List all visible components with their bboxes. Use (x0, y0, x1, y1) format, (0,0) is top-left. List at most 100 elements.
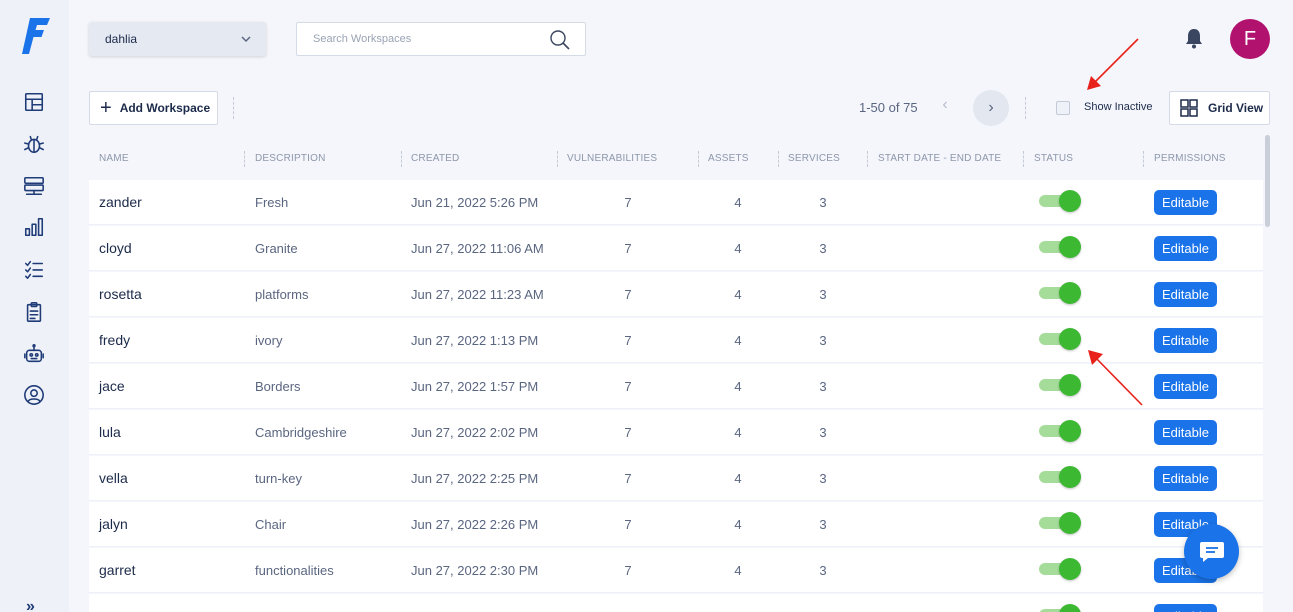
column-header-services[interactable]: SERVICES (788, 153, 840, 164)
workspace-description: turn-key (255, 471, 302, 486)
workspace-services: 3 (819, 471, 827, 486)
chat-button[interactable] (1184, 524, 1239, 579)
workspace-selected-value: dahlia (105, 32, 138, 46)
previous-page-button[interactable]: ‹ (936, 96, 954, 118)
logo[interactable] (22, 16, 52, 56)
column-header-description[interactable]: DESCRIPTION (255, 153, 326, 164)
workspace-name[interactable]: rosetta (99, 286, 142, 302)
status-toggle[interactable] (1039, 236, 1081, 258)
permission-button[interactable]: Editable (1154, 190, 1217, 215)
search-input[interactable] (313, 33, 543, 45)
column-header-assets[interactable]: ASSETS (708, 153, 749, 164)
column-header-status[interactable]: STATUS (1034, 153, 1073, 164)
workspace-description: Fresh (255, 195, 289, 210)
workspace-name[interactable]: vella (99, 470, 128, 486)
table-row[interactable]: zander Fresh Jun 21, 2022 5:26 PM 7 4 3 Editab… (89, 180, 1263, 225)
scrollbar[interactable] (1265, 135, 1270, 227)
column-divider[interactable] (244, 151, 245, 167)
status-toggle[interactable] (1039, 328, 1081, 350)
column-divider[interactable] (557, 151, 558, 167)
status-toggle[interactable] (1039, 374, 1081, 396)
table-row[interactable]: rosetta platforms Jun 27, 2022 11:23 AM 7 4 3… (89, 272, 1263, 317)
column-divider[interactable] (1143, 151, 1144, 167)
status-toggle[interactable] (1039, 282, 1081, 304)
column-header-dates[interactable]: START DATE - END DATE (878, 153, 1001, 164)
show-inactive-label[interactable]: Show Inactive (1084, 101, 1152, 113)
workspace-created: Jun 27, 2022 11:06 AM (411, 241, 544, 256)
permission-button[interactable]: Editable (1154, 374, 1217, 399)
column-header-name[interactable]: NAME (99, 153, 129, 164)
robot-icon[interactable] (22, 342, 46, 366)
grid-view-button[interactable]: Grid View (1169, 91, 1270, 125)
status-toggle[interactable] (1039, 512, 1081, 534)
column-divider[interactable] (1023, 151, 1024, 167)
workspace-services: 3 (819, 425, 827, 440)
permission-button[interactable]: Editable (1154, 466, 1217, 491)
column-divider[interactable] (698, 151, 699, 167)
reports-icon[interactable] (22, 215, 46, 239)
search-icon[interactable] (549, 29, 571, 51)
workspace-select[interactable]: dahlia (89, 22, 266, 56)
table-row[interactable]: fredy ivory Jun 27, 2022 1:13 PM 7 4 3 Editabl… (89, 318, 1263, 363)
checklist-icon[interactable] (22, 257, 46, 281)
permission-button[interactable]: Editable (1154, 604, 1217, 612)
table-row[interactable]: cloyd Granite Jun 27, 2022 11:06 AM 7 4 3 Edit… (89, 226, 1263, 271)
table-row[interactable]: jace Borders Jun 27, 2022 1:57 PM 7 4 3 Editab… (89, 364, 1263, 409)
workspace-name[interactable]: garret (99, 562, 136, 578)
permission-button[interactable]: Editable (1154, 328, 1217, 353)
workspace-description: Granite (255, 241, 298, 256)
column-divider[interactable] (867, 151, 868, 167)
bug-icon[interactable] (22, 132, 46, 156)
workspace-name[interactable]: jalyn (99, 516, 128, 532)
column-header-permissions[interactable]: PERMISSIONS (1154, 153, 1226, 164)
table-row[interactable]: jalyn Chair Jun 27, 2022 2:26 PM 7 4 3 Editabl… (89, 502, 1263, 547)
bell-icon[interactable] (1184, 27, 1204, 49)
workspace-assets: 4 (734, 241, 742, 256)
workspace-services: 3 (819, 333, 827, 348)
workspace-name[interactable]: cloyd (99, 240, 132, 256)
status-toggle[interactable] (1039, 190, 1081, 212)
table-row[interactable]: garret functionalities Jun 27, 2022 2:30 P… (89, 548, 1263, 593)
workspace-services: 3 (819, 287, 827, 302)
workspace-assets: 4 (734, 563, 742, 578)
toolbar-divider (233, 97, 234, 119)
workspace-created: Jun 27, 2022 2:30 PM (411, 563, 539, 578)
table-row[interactable]: Editable (89, 594, 1263, 612)
table-row[interactable]: vella turn-key Jun 27, 2022 2:25 PM 7 4 3 Edit… (89, 456, 1263, 501)
table-row[interactable]: lula Cambridgeshire Jun 27, 2022 2:02 PM 7 4… (89, 410, 1263, 455)
user-circle-icon[interactable] (22, 383, 46, 407)
add-workspace-button[interactable]: + Add Workspace (89, 91, 218, 125)
avatar[interactable]: F (1230, 19, 1270, 59)
servers-icon[interactable] (22, 174, 46, 198)
workspace-name[interactable]: fredy (99, 332, 130, 348)
workspace-vulnerabilities: 7 (624, 563, 632, 578)
column-divider[interactable] (401, 151, 402, 167)
status-toggle[interactable] (1039, 558, 1081, 580)
show-inactive-checkbox[interactable] (1056, 101, 1070, 115)
workspace-assets: 4 (734, 517, 742, 532)
permission-button[interactable]: Editable (1154, 420, 1217, 445)
workspace-vulnerabilities: 7 (624, 517, 632, 532)
status-toggle[interactable] (1039, 604, 1081, 612)
workspace-created: Jun 27, 2022 1:13 PM (411, 333, 539, 348)
workspace-vulnerabilities: 7 (624, 241, 632, 256)
status-toggle[interactable] (1039, 420, 1081, 442)
workspace-created: Jun 27, 2022 11:23 AM (411, 287, 544, 302)
workspace-name[interactable]: jace (99, 378, 125, 394)
next-page-button[interactable]: › (973, 90, 1009, 126)
workspace-name[interactable]: lula (99, 424, 121, 440)
column-header-vulnerabilities[interactable]: VULNERABILITIES (567, 153, 657, 164)
add-workspace-label: Add Workspace (119, 101, 211, 115)
workspace-name[interactable]: zander (99, 194, 142, 210)
permission-button[interactable]: Editable (1154, 236, 1217, 261)
workspace-assets: 4 (734, 425, 742, 440)
permission-button[interactable]: Editable (1154, 282, 1217, 307)
status-toggle[interactable] (1039, 466, 1081, 488)
dashboard-icon[interactable] (22, 90, 46, 114)
workspace-assets: 4 (734, 195, 742, 210)
clipboard-icon[interactable] (22, 300, 46, 324)
column-divider[interactable] (778, 151, 779, 167)
workspace-vulnerabilities: 7 (624, 333, 632, 348)
column-header-created[interactable]: CREATED (411, 153, 459, 164)
expand-sidebar-icon[interactable]: » (26, 598, 35, 612)
